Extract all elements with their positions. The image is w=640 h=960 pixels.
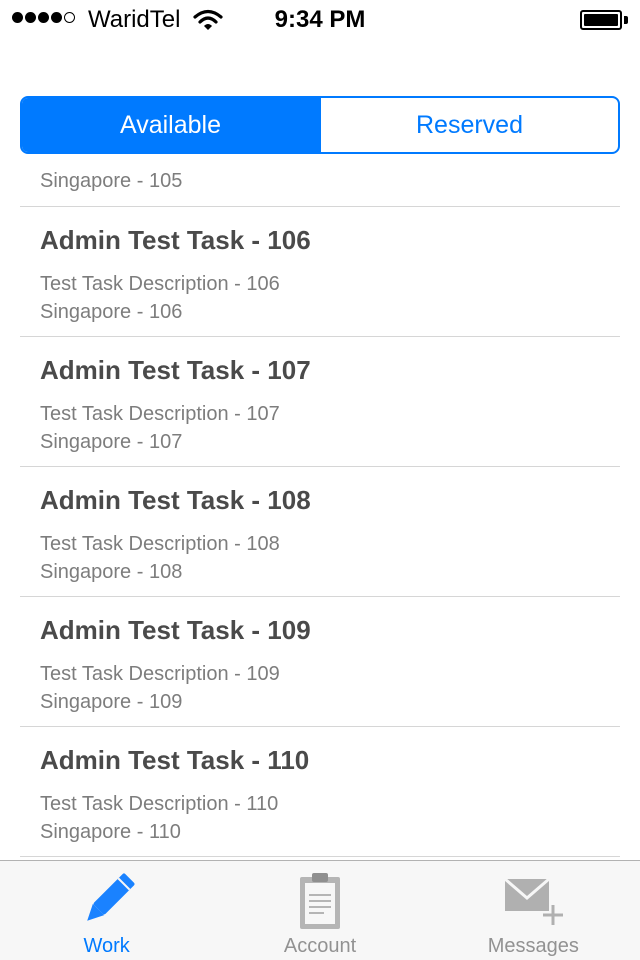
list-item[interactable]: Admin Test Task - 108 Test Task Descript…: [20, 467, 620, 597]
task-location: Singapore - 106: [40, 301, 183, 323]
segment-reserved[interactable]: Reserved: [319, 98, 618, 152]
tab-account[interactable]: Account: [213, 861, 426, 960]
task-title: Admin Test Task - 108: [40, 485, 311, 515]
app-screen: WaridTel 9:34 PM Available Reserved Sing…: [0, 0, 640, 960]
battery-icon: [580, 10, 628, 30]
list-item[interactable]: Admin Test Task - 107 Test Task Descript…: [20, 337, 620, 467]
tab-messages[interactable]: Messages: [427, 861, 640, 960]
pencil-icon: [86, 873, 135, 921]
task-title: Admin Test Task - 107: [40, 355, 311, 385]
list-item[interactable]: Singapore - 105: [20, 154, 620, 207]
tab-label: Messages: [487, 935, 579, 957]
availability-segmented-control: Available Reserved: [20, 96, 620, 154]
task-list[interactable]: Singapore - 105 Admin Test Task - 106 Te…: [0, 154, 640, 860]
list-item[interactable]: Admin Test Task - 110 Test Task Descript…: [20, 727, 620, 857]
task-location: Singapore - 108: [40, 561, 183, 583]
tab-label: Work: [83, 935, 130, 957]
list-item[interactable]: Admin Test Task - 109 Test Task Descript…: [20, 597, 620, 727]
tab-work[interactable]: Work: [0, 861, 213, 960]
tab-bar: Work Account Messages: [0, 860, 640, 960]
segment-available[interactable]: Available: [22, 98, 319, 152]
tab-label: Account: [283, 935, 357, 957]
clipboard-icon: [299, 873, 340, 929]
task-location: Singapore - 110: [40, 821, 181, 843]
task-description: Test Task Description - 109: [40, 663, 280, 685]
task-title: Admin Test Task - 109: [40, 615, 311, 645]
task-description: Test Task Description - 110: [40, 793, 279, 815]
task-location: Singapore - 109: [40, 691, 183, 713]
task-description: Test Task Description - 106: [40, 273, 280, 295]
task-location: Singapore - 105: [40, 170, 183, 192]
task-location: Singapore - 107: [40, 431, 183, 453]
task-description: Test Task Description - 108: [40, 533, 280, 555]
envelope-add-icon: [504, 877, 564, 925]
task-title: Admin Test Task - 106: [40, 225, 311, 255]
task-description: Test Task Description - 107: [40, 403, 280, 425]
task-title: Admin Test Task - 110: [40, 745, 310, 775]
clock: 9:34 PM: [274, 6, 366, 33]
battery-level: [584, 14, 618, 26]
status-bar: WaridTel 9:34 PM: [0, 0, 640, 40]
list-item[interactable]: Admin Test Task - 106 Test Task Descript…: [20, 207, 620, 337]
